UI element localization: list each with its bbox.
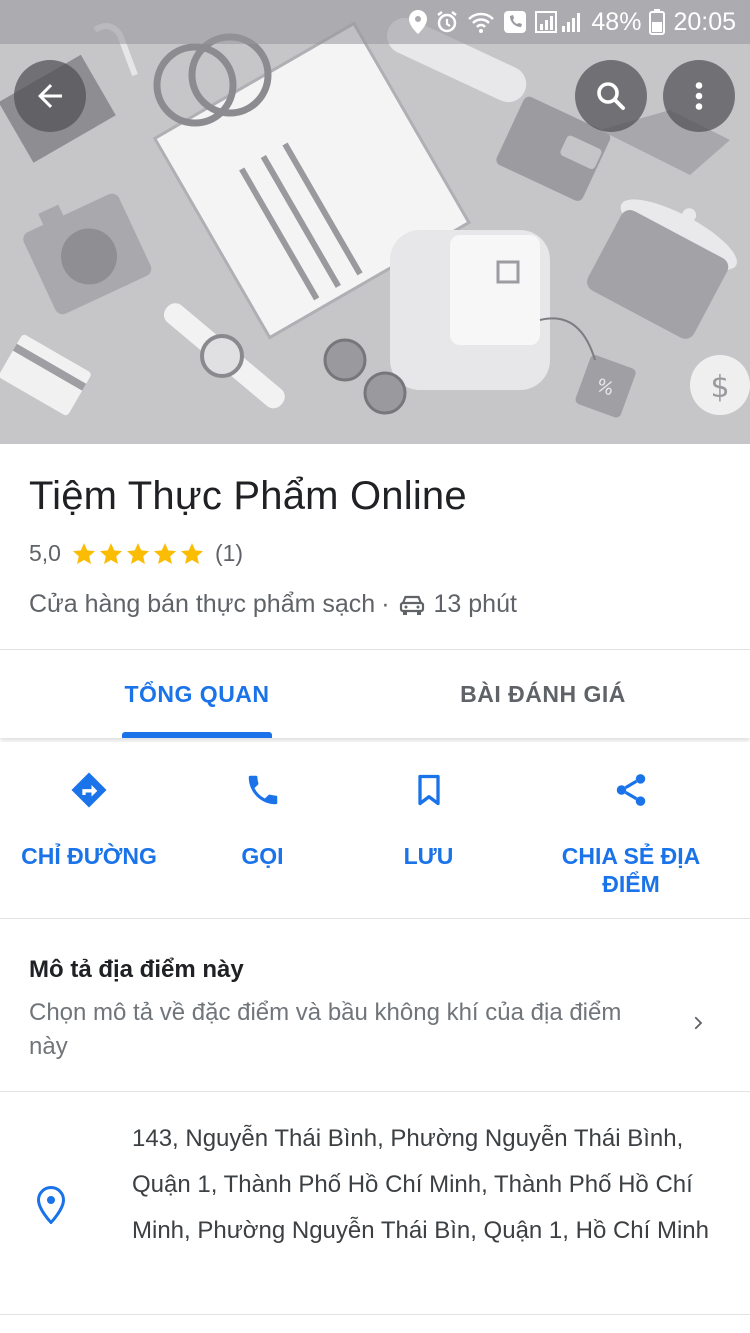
address-row[interactable]: 143, Nguyễn Thái Bình, Phường Nguyễn Thá… (0, 1092, 750, 1314)
call-label: GỌI (241, 843, 284, 869)
clock: 20:05 (673, 7, 736, 36)
back-button[interactable] (14, 60, 86, 132)
status-bar: 48% 20:05 (0, 0, 750, 44)
signal-icon (535, 10, 583, 34)
star-icon (72, 542, 96, 564)
tab-reviews[interactable]: BÀI ĐÁNH GIÁ (418, 650, 668, 738)
category-row: Cửa hàng bán thực phẩm sạch · 13 phút (29, 590, 517, 619)
active-tab-indicator (122, 732, 272, 738)
alarm-icon (435, 10, 459, 34)
save-button[interactable]: LƯU (366, 768, 491, 870)
star-icon (126, 542, 150, 564)
describe-place-row[interactable]: Mô tả địa điểm này Chọn mô tả về đặc điể… (0, 920, 750, 1090)
tab-bar: TỔNG QUAN BÀI ĐÁNH GIÁ (0, 650, 750, 738)
rating-stars (71, 541, 205, 567)
share-label: CHIA SẺ ĐỊA ĐIỂM (561, 843, 701, 897)
battery-percent: 48% (591, 7, 642, 36)
place-info: Tiệm Thực Phẩm Online 5,0 (1) Cửa hàng b… (0, 444, 750, 649)
car-icon (398, 593, 426, 617)
location-icon (409, 10, 428, 34)
save-label: LƯU (403, 843, 454, 869)
directions-label: CHỈ ĐƯỜNG (21, 843, 157, 869)
shopping-illustration: % $ (0, 0, 750, 444)
divider (0, 1314, 750, 1315)
place-details-screen: % $ 48% 20:05 Tiệm Thực Phẩm Online 5,0 … (0, 0, 750, 1333)
drive-time: 13 phút (433, 590, 517, 618)
svg-text:$: $ (710, 370, 729, 405)
divider (0, 918, 750, 919)
phone-icon (241, 768, 285, 812)
rating-row[interactable]: 5,0 (1) (29, 540, 243, 567)
address-text: 143, Nguyễn Thái Bình, Phường Nguyễn Thá… (132, 1125, 709, 1244)
call-icon (503, 10, 527, 34)
search-button[interactable] (575, 60, 647, 132)
location-pin-icon (36, 1185, 66, 1229)
call-button[interactable]: GỌI (200, 768, 325, 870)
describe-subtitle: Chọn mô tả về đặc điểm và bầu không khí … (29, 999, 622, 1060)
wifi-icon (467, 11, 495, 33)
action-buttons: CHỈ ĐƯỜNG GỌI LƯU CHIA SẺ ĐỊA ĐIỂM (0, 742, 750, 918)
battery-icon (649, 9, 666, 35)
more-vert-icon (695, 82, 703, 110)
directions-icon (67, 768, 111, 812)
search-icon (597, 82, 625, 110)
arrow-back-icon (38, 84, 62, 108)
place-category: Cửa hàng bán thực phẩm sạch (29, 590, 376, 618)
separator-dot: · (381, 590, 390, 618)
tab-overview[interactable]: TỔNG QUAN (72, 650, 322, 738)
directions-button[interactable]: CHỈ ĐƯỜNG (14, 768, 164, 870)
chevron-right-icon (688, 1012, 710, 1039)
share-button[interactable]: CHIA SẺ ĐỊA ĐIỂM (546, 768, 716, 898)
place-title: Tiệm Thực Phẩm Online (29, 474, 467, 518)
share-icon (609, 768, 653, 812)
describe-title: Mô tả địa điểm này (29, 956, 244, 983)
more-options-button[interactable] (663, 60, 735, 132)
review-count: (1) (214, 540, 244, 566)
rating-value: 5,0 (29, 540, 61, 566)
star-icon (99, 542, 123, 564)
place-header-image: % $ 48% 20:05 (0, 0, 750, 444)
star-icon (180, 542, 204, 564)
bookmark-icon (407, 768, 451, 812)
star-icon (153, 542, 177, 564)
